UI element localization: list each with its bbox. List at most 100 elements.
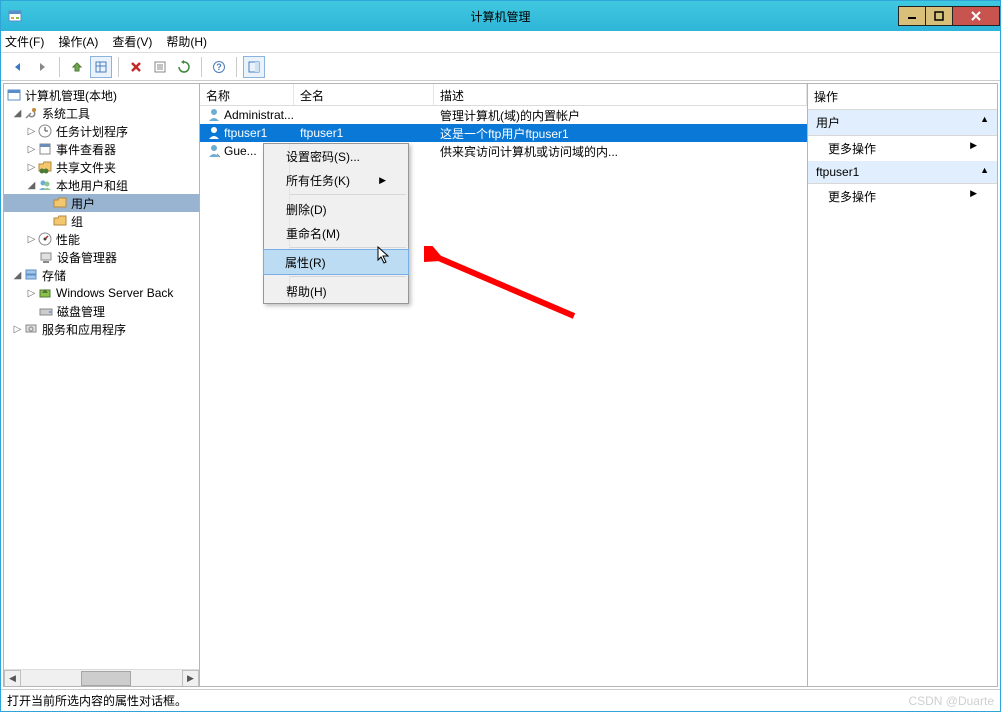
statusbar: 打开当前所选内容的属性对话框。 CSDN @Duarte xyxy=(1,689,1000,711)
cm-delete[interactable]: 删除(D) xyxy=(264,197,408,221)
tree-label: 用户 xyxy=(71,195,95,212)
services-icon xyxy=(23,321,39,337)
watermark: CSDN @Duarte xyxy=(908,694,994,708)
expand-icon[interactable]: ▷ xyxy=(26,234,37,245)
back-button[interactable] xyxy=(7,56,29,78)
tree-groups[interactable]: 组 xyxy=(4,212,199,230)
col-name[interactable]: 名称 xyxy=(200,84,294,105)
show-actions-button[interactable] xyxy=(243,56,265,78)
chevron-right-icon: ▶ xyxy=(970,188,977,205)
tree-hscroll[interactable]: ◀ ▶ xyxy=(4,669,199,686)
actions-users-header[interactable]: 用户▲ xyxy=(808,110,997,136)
submenu-arrow-icon: ▶ xyxy=(379,175,386,186)
tree-label: 性能 xyxy=(56,231,80,248)
list-row-selected[interactable]: ftpuser1 ftpuser1 这是一个ftp用户ftpuser1 xyxy=(200,124,807,142)
maximize-button[interactable] xyxy=(925,6,953,26)
cm-properties[interactable]: 属性(R) xyxy=(263,249,409,275)
menu-view[interactable]: 查看(V) xyxy=(112,33,152,50)
scroll-thumb[interactable] xyxy=(81,671,131,686)
refresh-button[interactable] xyxy=(173,56,195,78)
tree-wsb[interactable]: ▷ Windows Server Back xyxy=(4,284,199,302)
forward-button[interactable] xyxy=(31,56,53,78)
toolbar-sep xyxy=(201,57,202,77)
tree-perf[interactable]: ▷ 性能 xyxy=(4,230,199,248)
backup-icon xyxy=(37,285,53,301)
nav-tree[interactable]: 计算机管理(本地) ◢ 系统工具 ▷ 任务计划程序 ▷ 事件查看器 ▷ 共享文件… xyxy=(4,84,200,686)
menu-file[interactable]: 文件(F) xyxy=(5,33,44,50)
cm-label: 所有任务(K) xyxy=(286,172,350,189)
tree-storage[interactable]: ◢ 存储 xyxy=(4,266,199,284)
col-fullname[interactable]: 全名 xyxy=(294,84,434,105)
tree-label: 本地用户和组 xyxy=(56,177,128,194)
tree-tasks[interactable]: ▷ 任务计划程序 xyxy=(4,122,199,140)
window-title: 计算机管理 xyxy=(1,8,1000,25)
tree-label: 存储 xyxy=(42,267,66,284)
cm-help[interactable]: 帮助(H) xyxy=(264,279,408,303)
menu-help[interactable]: 帮助(H) xyxy=(166,33,207,50)
chevron-right-icon: ▶ xyxy=(970,140,977,157)
eventlog-icon xyxy=(37,141,53,157)
scroll-left-button[interactable]: ◀ xyxy=(4,670,21,686)
cm-label: 删除(D) xyxy=(286,201,327,218)
toolbar: ? xyxy=(1,53,1000,81)
actions-selection-header[interactable]: ftpuser1▲ xyxy=(808,161,997,184)
cell-text: 这是一个ftp用户ftpuser1 xyxy=(434,125,807,142)
titlebar[interactable]: 计算机管理 xyxy=(1,1,1000,31)
cm-alltasks[interactable]: 所有任务(K) ▶ xyxy=(264,168,408,192)
device-icon xyxy=(38,249,54,265)
cell-text: ftpuser1 xyxy=(224,126,267,140)
delete-button[interactable] xyxy=(125,56,147,78)
cm-label: 设置密码(S)... xyxy=(286,148,360,165)
expand-icon[interactable]: ▷ xyxy=(26,162,37,173)
user-icon xyxy=(206,125,222,141)
menu-action[interactable]: 操作(A) xyxy=(58,33,98,50)
tree-root[interactable]: 计算机管理(本地) xyxy=(4,86,199,104)
tree-users[interactable]: 用户 xyxy=(4,194,199,212)
users-group-icon xyxy=(37,177,53,193)
tools-icon xyxy=(23,105,39,121)
collapse-icon[interactable]: ◢ xyxy=(26,180,37,191)
minimize-button[interactable] xyxy=(898,6,926,26)
close-button[interactable] xyxy=(952,6,1000,26)
shared-folder-icon xyxy=(37,159,53,175)
folder-icon xyxy=(52,213,68,229)
workarea: 计算机管理(本地) ◢ 系统工具 ▷ 任务计划程序 ▷ 事件查看器 ▷ 共享文件… xyxy=(3,83,998,687)
list-header: 名称 全名 描述 xyxy=(200,84,807,106)
col-desc[interactable]: 描述 xyxy=(434,84,807,105)
actions-more[interactable]: 更多操作▶ xyxy=(808,184,997,209)
list-view-button[interactable] xyxy=(90,56,112,78)
collapse-up-icon[interactable]: ▲ xyxy=(980,165,989,179)
expand-icon[interactable]: ▷ xyxy=(26,144,37,155)
collapse-icon[interactable]: ◢ xyxy=(12,108,23,119)
status-text: 打开当前所选内容的属性对话框。 xyxy=(7,692,187,709)
actions-title: 操作 xyxy=(808,84,997,110)
storage-icon xyxy=(23,267,39,283)
tree-services[interactable]: ▷ 服务和应用程序 xyxy=(4,320,199,338)
cell-text: 供来宾访问计算机或访问域的内... xyxy=(434,143,807,160)
actions-more[interactable]: 更多操作▶ xyxy=(808,136,997,161)
up-button[interactable] xyxy=(66,56,88,78)
toolbar-sep xyxy=(118,57,119,77)
tree-systools[interactable]: ◢ 系统工具 xyxy=(4,104,199,122)
tree-localusers[interactable]: ◢ 本地用户和组 xyxy=(4,176,199,194)
collapse-icon[interactable]: ◢ xyxy=(12,270,23,281)
properties-button[interactable] xyxy=(149,56,171,78)
clock-icon xyxy=(37,123,53,139)
expand-icon[interactable]: ▷ xyxy=(26,288,37,299)
tree-devmgr[interactable]: 设备管理器 xyxy=(4,248,199,266)
tree-label: 计算机管理(本地) xyxy=(25,87,117,104)
tree-diskmgr[interactable]: 磁盘管理 xyxy=(4,302,199,320)
cm-rename[interactable]: 重命名(M) xyxy=(264,221,408,245)
tree-events[interactable]: ▷ 事件查看器 xyxy=(4,140,199,158)
expand-icon[interactable]: ▷ xyxy=(12,324,23,335)
list-row[interactable]: Administrat... 管理计算机(域)的内置帐户 xyxy=(200,106,807,124)
menubar: 文件(F) 操作(A) 查看(V) 帮助(H) xyxy=(1,31,1000,53)
cm-setpwd[interactable]: 设置密码(S)... xyxy=(264,144,408,168)
expand-icon[interactable]: ▷ xyxy=(26,126,37,137)
collapse-up-icon[interactable]: ▲ xyxy=(980,114,989,131)
scroll-right-button[interactable]: ▶ xyxy=(182,670,199,686)
user-icon xyxy=(206,143,222,159)
help-button[interactable]: ? xyxy=(208,56,230,78)
actions-pane: 操作 用户▲ 更多操作▶ ftpuser1▲ 更多操作▶ xyxy=(807,84,997,686)
tree-shared[interactable]: ▷ 共享文件夹 xyxy=(4,158,199,176)
